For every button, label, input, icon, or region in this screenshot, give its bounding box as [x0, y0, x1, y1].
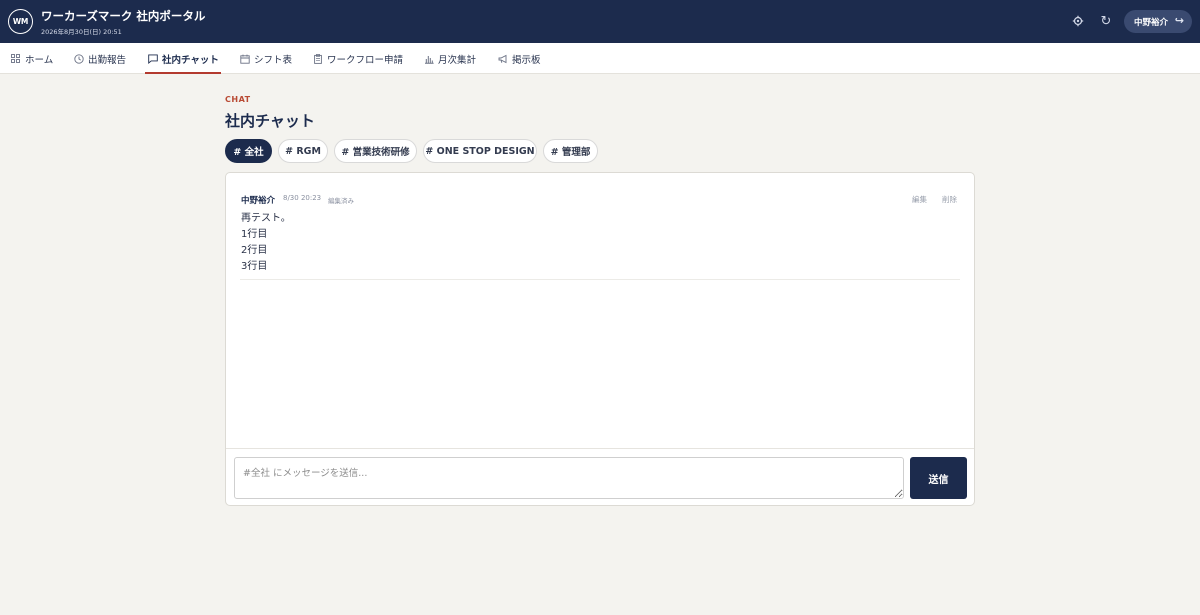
- app-logo: WM: [8, 9, 33, 34]
- message-input[interactable]: [234, 457, 904, 499]
- app-header: WM ワーカーズマーク 社内ポータル 2026年8月30日(日) 20:51 ↻…: [0, 0, 1200, 43]
- nav-label: 社内チャット: [162, 54, 219, 66]
- bar-chart-icon: [423, 53, 434, 64]
- channel-tab-sales-training[interactable]: # 営業技術研修: [334, 139, 417, 163]
- nav-item-board[interactable]: 掲示板: [497, 43, 541, 74]
- grid-icon: [10, 53, 21, 64]
- message-line: 2行目: [241, 245, 268, 256]
- message-time: 8/30 20:23: [283, 194, 322, 202]
- message-line: 3行目: [241, 261, 268, 272]
- clock-icon: [73, 53, 84, 64]
- nav-label: 出勤報告: [88, 54, 127, 66]
- nav-item-home[interactable]: ホーム: [10, 43, 53, 74]
- logout-icon[interactable]: ↪: [1175, 14, 1184, 27]
- message-edited-badge: 編集済み: [328, 197, 354, 205]
- delete-message-button[interactable]: 削除: [942, 194, 957, 205]
- nav-label: ワークフロー申請: [327, 54, 404, 66]
- nav-label: ホーム: [25, 54, 54, 66]
- chat-panel: 中野裕介 8/30 20:23 編集済み 編集 削除 再テスト。 1行目 2行目…: [225, 172, 975, 506]
- nav-label: 掲示板: [512, 54, 541, 66]
- channel-tab-admin[interactable]: # 管理部: [543, 139, 598, 163]
- clipboard-icon: [312, 53, 323, 64]
- refresh-icon[interactable]: ↻: [1097, 12, 1115, 30]
- nav-item-shift[interactable]: シフト表: [239, 43, 292, 74]
- nav-label: シフト表: [254, 54, 293, 66]
- channel-tab-rgm[interactable]: # RGM: [278, 139, 328, 163]
- gear-icon[interactable]: [1069, 12, 1087, 30]
- message-body: 再テスト。 1行目 2行目 3行目: [241, 211, 291, 275]
- nav-item-monthly[interactable]: 月次集計: [423, 43, 476, 74]
- page-title: 社内チャット: [225, 112, 315, 130]
- message-divider: [240, 279, 960, 280]
- composer-divider: [226, 448, 974, 449]
- calendar-icon: [239, 53, 250, 64]
- app-title: ワーカーズマーク 社内ポータル: [41, 9, 206, 23]
- message-author: 中野裕介: [241, 196, 276, 206]
- nav-item-chat[interactable]: 社内チャット: [145, 43, 221, 74]
- edit-message-button[interactable]: 編集: [912, 194, 927, 205]
- main-nav: ホーム 出勤報告 社内チャット シフト表 ワークフロー申請 月次集計 掲示板: [0, 43, 1200, 74]
- message-line: 再テスト。: [241, 213, 291, 224]
- chat-icon: [147, 53, 158, 64]
- current-datetime: 2026年8月30日(日) 20:51: [41, 28, 122, 36]
- user-name: 中野裕介: [1134, 17, 1169, 28]
- nav-item-attendance[interactable]: 出勤報告: [73, 43, 126, 74]
- channel-tab-one-stop-design[interactable]: # ONE STOP DESIGN: [423, 139, 537, 163]
- message-line: 1行目: [241, 229, 268, 240]
- megaphone-icon: [497, 53, 508, 64]
- user-menu-button[interactable]: 中野裕介 ↪: [1124, 10, 1192, 33]
- send-button[interactable]: 送信: [910, 457, 967, 499]
- nav-label: 月次集計: [438, 54, 477, 66]
- nav-item-workflow[interactable]: ワークフロー申請: [312, 43, 403, 74]
- channel-tab-all[interactable]: # 全社: [225, 139, 272, 163]
- section-eyebrow: CHAT: [225, 95, 251, 104]
